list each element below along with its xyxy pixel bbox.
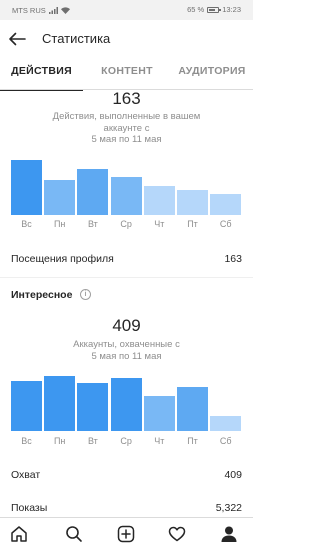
- chart-bar: [44, 376, 76, 431]
- wifi-icon: [60, 7, 70, 14]
- app-header: Статистика: [0, 20, 253, 58]
- chart-x-label: Чт: [154, 219, 165, 229]
- chart-x-label: Пт: [187, 219, 198, 229]
- section-divider: [0, 277, 253, 278]
- nav-search[interactable]: [63, 523, 85, 545]
- signal-icon: [48, 7, 58, 14]
- tab-bar: ДЕЙСТВИЯ КОНТЕНТ АУДИТОРИЯ: [0, 58, 253, 91]
- chart-bar: [44, 180, 76, 215]
- actions-description: Действия, выполненные в вашем аккаунте с…: [0, 111, 253, 146]
- discovery-desc-line2: 5 мая по 11 мая: [91, 350, 162, 362]
- discovery-total: 409: [112, 316, 141, 335]
- home-icon: [11, 526, 27, 542]
- chart-x-label: Вс: [21, 436, 32, 446]
- search-icon: [66, 526, 82, 542]
- impressions-row[interactable]: Показы 5,322: [11, 502, 242, 514]
- actions-chart-labels: Вс Пн Вт Ср Чт Пт Сб: [0, 219, 253, 231]
- chart-bar: [77, 382, 109, 431]
- chart-bar: [143, 396, 175, 431]
- profile-icon: [221, 526, 237, 542]
- actions-total: 163: [112, 89, 141, 108]
- chart-x-label: Пт: [187, 436, 198, 446]
- profile-visits-row[interactable]: Посещения профиля 163: [11, 253, 242, 265]
- chart-x-label: Вс: [21, 219, 32, 229]
- actions-desc-line2: аккаунте с: [103, 122, 150, 134]
- chart-bar: [11, 160, 42, 215]
- actions-desc-line1: Действия, выполненные в вашем: [52, 111, 201, 122]
- page-title: Статистика: [42, 31, 111, 46]
- profile-visits-value: 163: [224, 253, 242, 265]
- discovery-title: Интересное: [11, 289, 73, 301]
- tab-audience[interactable]: АУДИТОРИЯ: [171, 58, 253, 90]
- chart-bar: [177, 387, 208, 431]
- chart-x-label: Чт: [154, 436, 165, 446]
- chart-x-label: Вт: [87, 219, 98, 229]
- tab-actions[interactable]: ДЕЙСТВИЯ: [0, 58, 83, 91]
- chart-bar: [210, 416, 242, 431]
- discovery-description: Аккаунты, охваченные с 5 мая по 11 мая: [0, 339, 253, 362]
- chart-x-label: Ср: [120, 436, 132, 446]
- profile-visits-label: Посещения профиля: [11, 253, 114, 265]
- reach-value: 409: [224, 469, 242, 481]
- battery-percent: 65 %: [187, 5, 205, 14]
- chart-x-label: Ср: [120, 219, 132, 229]
- clock: 13:23: [222, 5, 241, 14]
- nav-activity[interactable]: [166, 523, 188, 545]
- chart-x-label: Вт: [87, 436, 98, 446]
- reach-label: Охват: [11, 469, 41, 481]
- info-icon[interactable]: i: [80, 289, 91, 300]
- impressions-value: 5,322: [215, 502, 242, 514]
- nav-add-post[interactable]: [115, 523, 137, 545]
- chart-x-label: Сб: [219, 219, 232, 229]
- nav-home[interactable]: [8, 523, 30, 545]
- discovery-chart: [0, 376, 253, 431]
- chart-bar: [110, 378, 142, 431]
- tab-content[interactable]: КОНТЕНТ: [86, 58, 168, 90]
- chart-bar: [110, 176, 142, 215]
- heart-icon: [168, 526, 186, 542]
- bottom-nav: [0, 517, 253, 550]
- chart-x-label: Сб: [219, 436, 232, 446]
- actions-chart: [0, 160, 253, 215]
- chart-bar: [143, 185, 175, 215]
- chart-bar: [77, 168, 109, 215]
- status-bar: MTS RUS 65 % 13:23: [0, 0, 253, 20]
- chart-bar: [11, 380, 42, 431]
- add-post-icon: [117, 525, 135, 543]
- actions-desc-line3: 5 мая по 11 мая: [91, 134, 162, 145]
- chart-x-label: Пн: [53, 219, 66, 229]
- chart-bar: [177, 190, 208, 215]
- discovery-desc-line1: Аккаунты, охваченные с: [73, 339, 180, 350]
- back-arrow-icon: [9, 32, 26, 46]
- chart-bar: [210, 193, 242, 215]
- impressions-label: Показы: [11, 502, 48, 514]
- reach-row[interactable]: Охват 409: [11, 469, 242, 481]
- battery-icon: [207, 6, 222, 13]
- back-button[interactable]: [6, 28, 28, 50]
- carrier-label: MTS RUS: [12, 6, 46, 15]
- nav-profile[interactable]: [218, 523, 240, 545]
- chart-x-label: Пн: [53, 436, 66, 446]
- discovery-chart-labels: Вс Пн Вт Ср Чт Пт Сб: [0, 436, 253, 448]
